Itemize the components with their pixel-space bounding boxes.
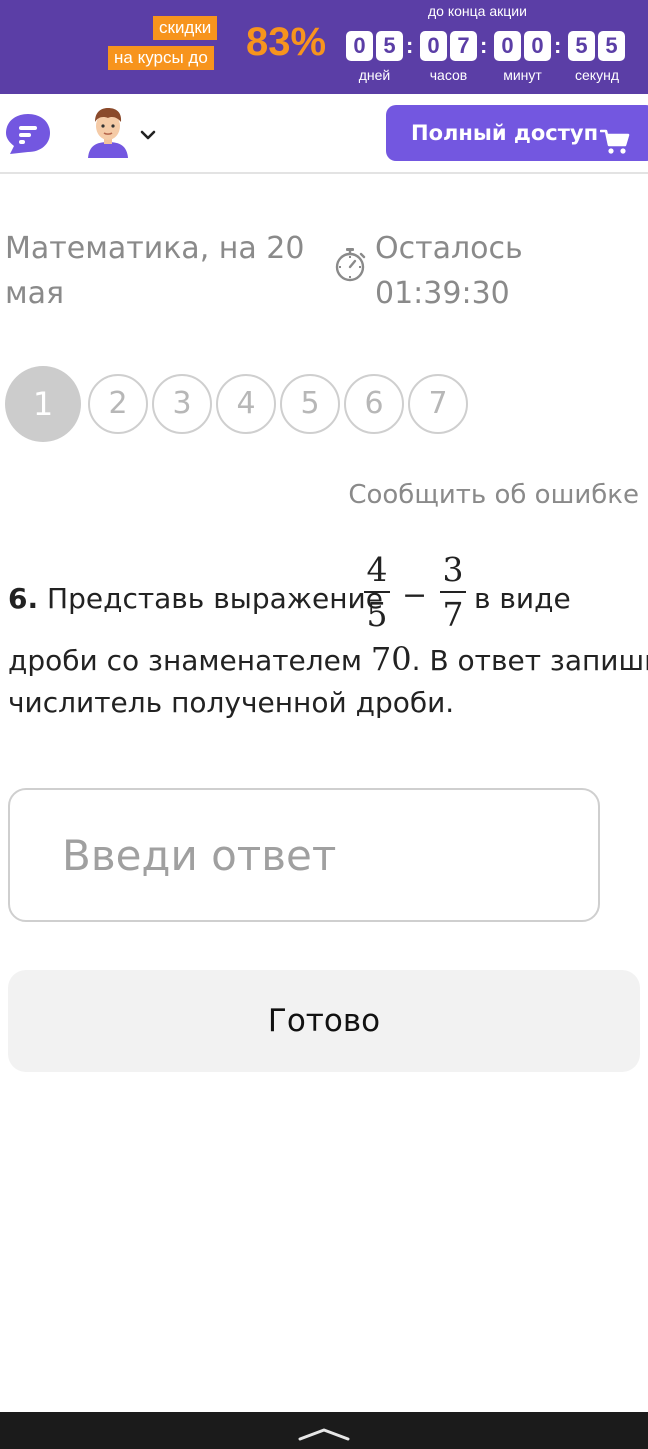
countdown-unit-minutes: минут [503,67,542,83]
countdown-unit-days: дней [358,67,391,83]
countdown-minutes-digit-1: 0 [494,31,521,61]
report-error-link[interactable]: Сообщить об ошибке [348,480,639,510]
question-nav-item-4[interactable]: 4 [216,374,276,434]
fraction-denominator: 7 [442,595,464,634]
promo-tag-courses: на курсы до [108,46,214,70]
countdown-seconds-digit-1: 5 [568,31,595,61]
full-access-label: Полный доступ [411,121,599,145]
question-nav-item-1[interactable]: 1 [5,366,81,442]
done-button[interactable]: Готово [8,970,640,1072]
countdown-hours-digit-2: 7 [450,31,477,61]
countdown-separator: : [480,33,488,58]
promo-tag-discounts: скидки [153,16,218,40]
problem-denominator: 70 [370,640,412,678]
user-avatar-icon[interactable] [86,106,130,158]
full-access-button[interactable]: Полный доступ [386,105,648,161]
fraction-three-sevenths: 3 7 [440,550,466,634]
promo-percent: 83% [246,20,327,64]
fraction-numerator: 3 [442,550,464,589]
answer-input[interactable] [8,788,600,922]
promo-banner[interactable]: скидки на курсы до 83% до конца акции 0 … [0,0,648,94]
question-nav-item-5[interactable]: 5 [280,374,340,434]
test-title: Математика, на 20 мая [5,231,305,311]
fraction-four-fifths: 4 5 [364,550,390,634]
countdown-unit-seconds: секунд [575,67,619,83]
fraction-bar [364,591,390,593]
problem-line3: числитель полученной дроби. [8,686,455,719]
stopwatch-icon [333,247,367,283]
question-nav-item-3[interactable]: 3 [152,374,212,434]
site-header: Полный доступ [0,94,648,174]
countdown-days-digit-1: 0 [346,31,373,61]
cart-icon [599,120,630,154]
chevron-down-icon[interactable] [140,126,156,140]
fraction-denominator: 5 [366,595,388,634]
countdown-seconds-digit-2: 5 [598,31,625,61]
minus-operator: − [402,578,428,613]
countdown-separator: : [406,33,414,58]
problem-line2-before: дроби со знаменателем [8,644,363,677]
time-remaining: Осталось 01:39:30 [375,231,523,311]
countdown-title: до конца акции [428,3,527,19]
chat-bubble-logo-icon[interactable] [4,112,52,156]
problem-text-before: Представь выражение [47,582,383,615]
question-nav-item-2[interactable]: 2 [88,374,148,434]
bottom-navigation-bar [0,1412,648,1449]
fraction-numerator: 4 [366,550,388,589]
countdown-minutes-digit-2: 0 [524,31,551,61]
question-nav-item-6[interactable]: 6 [344,374,404,434]
countdown-days-digit-2: 5 [376,31,403,61]
problem-line2-after: . В ответ запиши [411,644,648,677]
fraction-bar [440,591,466,593]
countdown-separator: : [554,33,562,58]
countdown-unit-hours: часов [429,67,468,83]
question-nav-item-7[interactable]: 7 [408,374,468,434]
problem-text-after: в виде [474,582,571,615]
chevron-up-icon[interactable] [296,1426,352,1441]
problem-number: 6. [8,582,39,615]
countdown-hours-digit-1: 0 [420,31,447,61]
